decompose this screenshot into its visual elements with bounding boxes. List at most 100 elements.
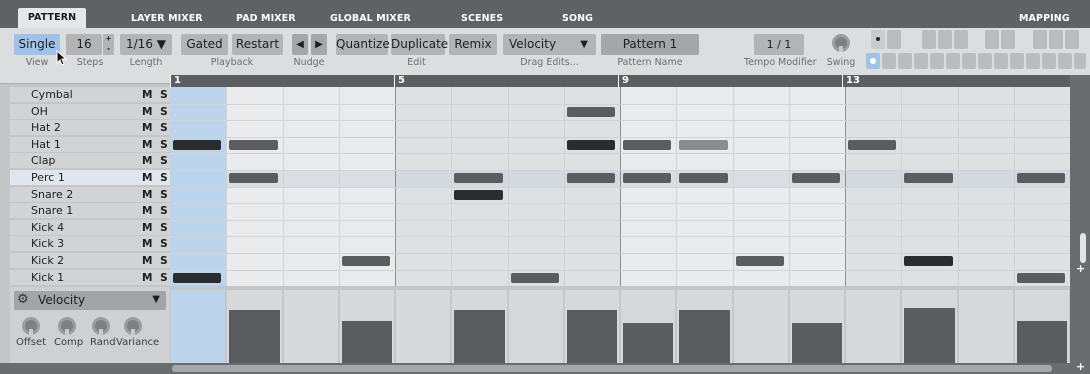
mute-solo-buttons[interactable]: M S	[142, 153, 170, 169]
track-row[interactable]: Cymbal M S	[10, 87, 170, 103]
note-cell[interactable]	[623, 139, 672, 150]
velocity-bar[interactable]	[904, 308, 955, 363]
h-scrollbar-thumb[interactable]	[172, 365, 1052, 372]
note-cell[interactable]	[566, 173, 615, 183]
zoom-in-icon[interactable]: +	[1076, 262, 1085, 275]
drag-edits-dropdown[interactable]: Velocity ▼	[503, 34, 596, 55]
pattern-slot[interactable]	[985, 30, 999, 49]
pattern-slot[interactable]	[871, 30, 885, 49]
gated-button[interactable]: Gated	[181, 34, 228, 55]
velocity-lane[interactable]	[170, 287, 1070, 363]
velocity-bar[interactable]	[454, 310, 505, 363]
pattern-slot[interactable]	[922, 30, 936, 49]
comp-knob[interactable]	[58, 317, 76, 335]
tab-layer-mixer[interactable]: LAYER MIXER	[131, 9, 203, 28]
mute-solo-buttons[interactable]: M S	[142, 120, 170, 136]
rand-knob[interactable]	[92, 317, 110, 335]
tempo-modifier-field[interactable]: 1 / 1	[754, 34, 804, 55]
steps-up-button[interactable]: +	[103, 34, 114, 44]
pattern-slot[interactable]	[898, 53, 912, 69]
track-row[interactable]: Kick 1 M S	[10, 269, 170, 286]
note-cell[interactable]	[229, 173, 278, 183]
mute-solo-buttons[interactable]: M S	[142, 170, 170, 186]
gear-icon[interactable]: ⚙	[17, 292, 29, 307]
track-row[interactable]: Snare 2 M S	[10, 186, 170, 203]
mute-solo-buttons[interactable]: M S	[142, 220, 170, 236]
pattern-slot[interactable]	[914, 53, 928, 69]
mute-solo-buttons[interactable]: M S	[142, 187, 170, 203]
track-row[interactable]: Kick 4 M S	[10, 219, 170, 236]
pattern-slot[interactable]	[1058, 53, 1072, 69]
horizontal-scrollbar[interactable]: +	[0, 360, 1090, 374]
pattern-slot[interactable]	[1074, 53, 1086, 69]
velocity-cell[interactable]	[396, 290, 451, 363]
h-zoom-in-icon[interactable]: +	[1076, 360, 1085, 373]
note-cell[interactable]	[454, 189, 503, 200]
pattern-slot[interactable]	[1026, 53, 1040, 69]
pattern-slot[interactable]	[946, 53, 960, 69]
note-cell[interactable]	[679, 173, 728, 183]
pattern-slot[interactable]	[1001, 30, 1015, 49]
velocity-bar[interactable]	[623, 322, 674, 363]
vertical-scrollbar[interactable]: +	[1070, 75, 1090, 374]
length-dropdown[interactable]: 1/16 ▼	[120, 34, 172, 55]
track-row[interactable]: Perc 1 M S	[10, 170, 170, 186]
mute-solo-buttons[interactable]: M S	[142, 104, 170, 120]
note-cell[interactable]	[454, 173, 503, 183]
scrollbar-thumb[interactable]	[1080, 233, 1086, 263]
velocity-bar[interactable]	[1016, 321, 1067, 363]
nudge-right-button[interactable]: ▶	[311, 34, 327, 55]
track-row[interactable]: Kick 2 M S	[10, 253, 170, 269]
note-cell[interactable]	[173, 272, 222, 283]
velocity-bar[interactable]	[791, 322, 842, 363]
note-cell[interactable]	[566, 106, 615, 117]
track-row[interactable]: Hat 2 M S	[10, 120, 170, 137]
velocity-bar[interactable]	[229, 310, 280, 363]
mute-solo-buttons[interactable]: M S	[142, 203, 170, 219]
pattern-slot[interactable]	[938, 30, 952, 49]
pattern-name-field[interactable]: Pattern 1	[601, 34, 699, 55]
swing-knob[interactable]	[832, 34, 850, 52]
velocity-bar[interactable]	[566, 310, 617, 363]
pattern-slot[interactable]	[978, 53, 992, 69]
track-row[interactable]: OH M S	[10, 103, 170, 120]
tab-scenes[interactable]: SCENES	[461, 9, 503, 28]
tab-song[interactable]: SONG	[562, 9, 593, 28]
offset-knob[interactable]	[22, 317, 40, 335]
pattern-slot-active[interactable]	[866, 53, 880, 69]
note-cell[interactable]	[848, 139, 897, 150]
pattern-slot[interactable]	[1049, 30, 1063, 49]
pattern-slot[interactable]	[1033, 30, 1047, 49]
velocity-lane-dropdown[interactable]: ⚙ Velocity ▼	[14, 291, 166, 310]
note-cell[interactable]	[173, 139, 222, 150]
pattern-slot[interactable]	[1065, 30, 1079, 49]
track-row[interactable]: Hat 1 M S	[10, 136, 170, 153]
tab-pad-mixer[interactable]: PAD MIXER	[236, 9, 296, 28]
variance-knob[interactable]	[124, 317, 142, 335]
pattern-slot[interactable]	[1042, 53, 1056, 69]
note-cell[interactable]	[1016, 272, 1065, 283]
note-cell[interactable]	[566, 139, 615, 150]
velocity-cell[interactable]	[846, 290, 901, 363]
mapping-button[interactable]: MAPPING	[1019, 9, 1070, 28]
note-cell[interactable]	[904, 173, 953, 183]
pattern-slot[interactable]	[962, 53, 976, 69]
track-row[interactable]: Snare 1 M S	[10, 203, 170, 220]
mute-solo-buttons[interactable]: M S	[142, 87, 170, 103]
note-cell[interactable]	[904, 256, 953, 266]
note-cell[interactable]	[1016, 173, 1065, 183]
note-cell[interactable]	[623, 173, 672, 183]
mute-solo-buttons[interactable]: M S	[142, 137, 170, 153]
note-cell[interactable]	[791, 173, 840, 183]
pattern-slot[interactable]	[1010, 53, 1024, 69]
quantize-button[interactable]: Quantize	[336, 34, 390, 55]
steps-down-button[interactable]: -	[103, 44, 114, 54]
note-cell[interactable]	[229, 139, 278, 150]
remix-button[interactable]: Remix	[449, 34, 497, 55]
note-cell[interactable]	[679, 139, 728, 150]
mute-solo-buttons[interactable]: M S	[142, 236, 170, 252]
pattern-slot[interactable]	[954, 30, 968, 49]
velocity-cell[interactable]	[733, 290, 788, 363]
steps-stepper[interactable]: + -	[103, 34, 114, 55]
velocity-bar[interactable]	[341, 321, 392, 363]
